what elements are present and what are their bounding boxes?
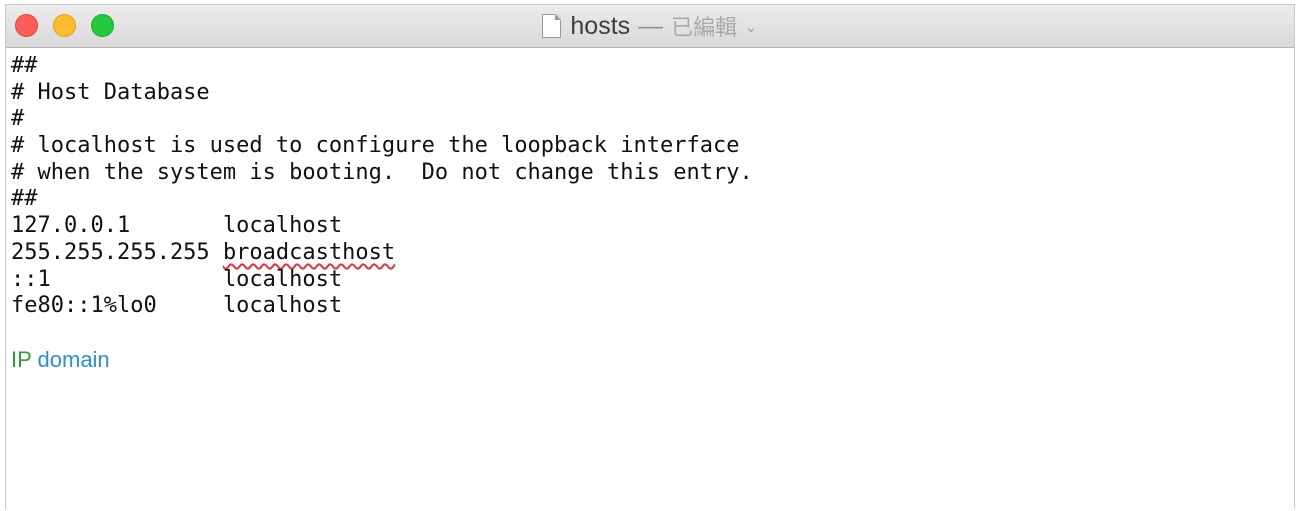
entry-host: localhost [222,213,343,239]
comment-line: ## [11,53,38,78]
entry-host-misspelled: broadcasthost [222,239,396,265]
chevron-down-icon[interactable]: ⌄ [744,17,757,37]
text-editor-content[interactable]: ## # Host Database # # localhost is used… [6,48,1294,509]
comment-line: # localhost is used to configure the loo… [11,133,740,159]
entry-spacing [210,240,223,265]
edited-status[interactable]: 已編輯 [671,10,737,42]
host-entry: ::1 localhost [11,267,1294,294]
comment-line: # when the system is booting. Do not cha… [11,159,753,185]
entry-host: localhost [222,266,343,292]
window-title: hosts — 已編輯 ⌄ [6,5,1294,47]
domain-label: domain [37,346,110,372]
entry-ip: fe80::1%lo0 [11,293,157,319]
host-entry: 127.0.0.1 localhost [11,213,1294,240]
title-separator: — [638,11,664,40]
comment-line: ## [11,186,38,212]
entry-spacing [157,293,223,318]
comment-line: # Host Database [11,79,210,105]
entry-ip: 255.255.255.255 [11,239,210,265]
title-bar[interactable]: hosts — 已編輯 ⌄ [6,5,1294,48]
host-entry: 255.255.255.255 broadcasthost [11,240,1294,267]
entry-spacing [130,213,223,238]
entry-spacing [51,267,223,292]
entry-ip: 127.0.0.1 [11,213,131,239]
document-icon [542,14,562,38]
host-entry: fe80::1%lo0 localhost [11,293,1294,320]
text-editor-window: hosts — 已編輯 ⌄ ## # Host Database # # loc… [5,4,1295,509]
document-name: hosts [570,11,631,40]
ip-label: IP [11,346,32,372]
entry-ip: ::1 [11,266,51,292]
annotation-line: IP domain [11,347,1294,374]
entry-host: localhost [222,293,343,319]
comment-line: # [11,106,25,132]
